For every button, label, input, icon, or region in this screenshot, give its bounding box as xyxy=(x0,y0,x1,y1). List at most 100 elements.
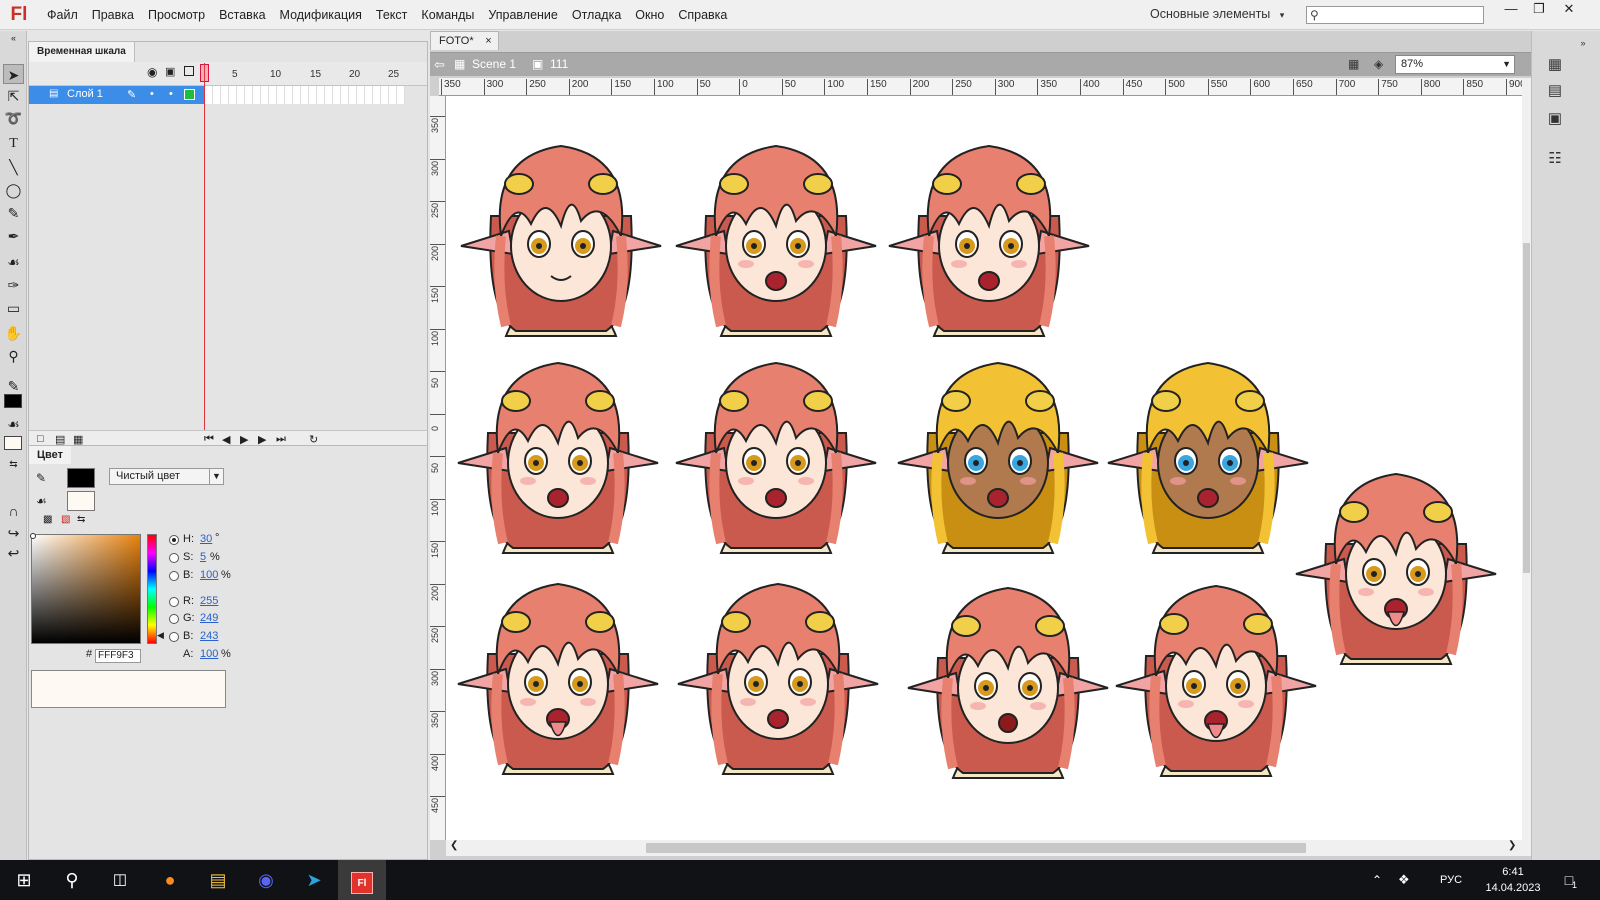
menu-text[interactable]: Текст xyxy=(369,0,414,30)
eyedropper-icon[interactable]: ✑ xyxy=(3,275,24,295)
value-s[interactable]: 5 xyxy=(200,551,206,563)
menu-modify[interactable]: Модификация xyxy=(273,0,369,30)
line-tool-icon[interactable]: ╲ xyxy=(3,157,24,177)
radio-bc[interactable] xyxy=(169,632,179,642)
lasso-tool-icon[interactable]: ➰ xyxy=(3,108,24,128)
document-tab[interactable]: FOTO* × xyxy=(430,31,499,50)
workspace-switcher[interactable]: Основные элементы ▾ xyxy=(1150,0,1284,29)
text-tool-icon[interactable]: T xyxy=(3,134,24,154)
new-layer-icon[interactable]: □ xyxy=(37,433,44,445)
oval-tool-icon[interactable]: ◯ xyxy=(3,180,24,200)
horizontal-scrollbar[interactable]: ❮ ❯ xyxy=(446,840,1522,856)
color-picker-field[interactable] xyxy=(30,533,141,644)
hue-slider[interactable] xyxy=(147,534,157,644)
radio-b[interactable] xyxy=(169,571,179,581)
task-view-icon[interactable]: ◫ xyxy=(96,860,144,900)
outline-icon[interactable] xyxy=(184,66,194,76)
tray-chevron-icon[interactable]: ⌃ xyxy=(1372,860,1382,900)
vertical-scrollbar[interactable] xyxy=(1522,78,1531,856)
hex-input[interactable]: FFF9F3 xyxy=(95,649,141,663)
eraser-icon[interactable]: ▭ xyxy=(3,298,24,318)
animate-app-icon[interactable]: Fl xyxy=(338,860,386,900)
transform-icon[interactable]: ▣ xyxy=(1544,109,1566,129)
radio-s[interactable] xyxy=(169,553,179,563)
picker-cursor[interactable] xyxy=(30,533,36,539)
fill-color-swatch[interactable] xyxy=(4,436,22,450)
color-tab[interactable]: Цвет xyxy=(29,446,72,464)
menu-debug[interactable]: Отладка xyxy=(565,0,628,30)
scroll-right-icon[interactable]: ❯ xyxy=(1508,840,1516,851)
firefox-icon[interactable]: ● xyxy=(146,860,194,900)
menu-insert[interactable]: Вставка xyxy=(212,0,272,30)
telegram-icon[interactable]: ➤ xyxy=(290,860,338,900)
fill-type-select[interactable]: Чистый цвет ▼ xyxy=(109,468,224,485)
value-g[interactable]: 249 xyxy=(200,612,218,624)
subselection-tool-icon[interactable]: ⇱ xyxy=(3,86,24,106)
vertical-scroll-thumb[interactable] xyxy=(1523,243,1530,573)
stroke-color-icon[interactable]: ✎ xyxy=(3,376,24,396)
file-explorer-icon[interactable]: ▤ xyxy=(194,860,242,900)
collapse-icon[interactable]: « xyxy=(3,33,24,43)
close-button[interactable]: ✕ xyxy=(1555,0,1583,18)
swap-colors-icon[interactable]: ⇆ xyxy=(3,455,24,475)
language-indicator[interactable]: РУС xyxy=(1440,860,1462,900)
zoom-select[interactable]: 87% ▼ xyxy=(1395,55,1515,74)
hue-pointer-icon[interactable]: ◀ xyxy=(157,630,164,641)
components-icon[interactable]: ☷ xyxy=(1544,149,1566,169)
no-color-icon[interactable]: ▧ xyxy=(61,514,70,525)
value-a[interactable]: 100 xyxy=(200,648,218,660)
brush-tool-icon[interactable]: ✒ xyxy=(3,226,24,246)
layer-row[interactable]: ▤ Слой 1 ✎ • • xyxy=(29,86,204,104)
stroke-color-swatch[interactable] xyxy=(4,394,22,408)
menu-help[interactable]: Справка xyxy=(671,0,734,30)
frames-strip[interactable] xyxy=(205,86,405,104)
timeline-tab[interactable]: Временная шкала xyxy=(29,42,135,62)
edit-symbol-icon[interactable]: ◈ xyxy=(1374,57,1383,71)
search-icon[interactable]: ⚲ xyxy=(48,860,96,900)
value-h[interactable]: 30 xyxy=(200,533,212,545)
scene-breadcrumb[interactable]: Scene 1 xyxy=(472,57,516,71)
menu-view[interactable]: Просмотр xyxy=(141,0,212,30)
edit-scene-icon[interactable]: ▦ xyxy=(1348,57,1359,71)
zoom-tool-icon[interactable]: ⚲ xyxy=(3,346,24,366)
radio-h[interactable] xyxy=(169,535,179,545)
expand-icon[interactable]: » xyxy=(1572,33,1594,53)
back-arrow-icon[interactable]: ⇦ xyxy=(434,57,445,73)
menu-commands[interactable]: Команды xyxy=(414,0,481,30)
menu-edit[interactable]: Правка xyxy=(85,0,141,30)
clock[interactable]: 6:41 14.04.2023 xyxy=(1478,864,1548,896)
swap-icon[interactable]: ⇆ xyxy=(77,514,85,525)
menu-window[interactable]: Окно xyxy=(628,0,671,30)
fill-swatch[interactable] xyxy=(67,491,95,511)
selection-tool-icon[interactable]: ➤ xyxy=(3,64,24,84)
windows-start-icon[interactable]: ⊞ xyxy=(0,860,48,900)
library-icon[interactable]: ▤ xyxy=(1544,81,1566,101)
layer-color-icon[interactable] xyxy=(184,89,195,100)
close-tab-icon[interactable]: × xyxy=(485,32,491,50)
eye-icon[interactable]: ◉ xyxy=(147,65,157,79)
stroke-swatch[interactable] xyxy=(67,468,95,488)
smooth-icon[interactable]: ↪ xyxy=(3,523,24,543)
minimize-button[interactable]: — xyxy=(1497,0,1525,18)
value-bc[interactable]: 243 xyxy=(200,630,218,642)
value-b[interactable]: 100 xyxy=(200,569,218,581)
layer-name[interactable]: Слой 1 xyxy=(67,88,103,100)
discord-icon[interactable]: ◉ xyxy=(242,860,290,900)
menu-control[interactable]: Управление xyxy=(481,0,565,30)
scroll-left-icon[interactable]: ❮ xyxy=(450,840,458,851)
dropbox-icon[interactable]: ❖ xyxy=(1398,860,1410,900)
default-colors-icon[interactable]: ▩ xyxy=(43,514,52,525)
visible-dot-icon[interactable]: • xyxy=(150,88,154,100)
hand-tool-icon[interactable]: ✋ xyxy=(3,323,24,343)
horizontal-scroll-thumb[interactable] xyxy=(646,843,1306,853)
lock-dot-icon[interactable]: • xyxy=(169,88,173,100)
pencil-tool-icon[interactable]: ✎ xyxy=(3,203,24,223)
menu-file[interactable]: Файл xyxy=(40,0,85,30)
symbol-breadcrumb[interactable]: 111 xyxy=(550,57,568,71)
paint-bucket-icon[interactable]: ☙ xyxy=(3,252,24,272)
restore-button[interactable]: ❐ xyxy=(1525,0,1553,18)
lock-icon[interactable]: ▣ xyxy=(165,65,175,78)
straighten-icon[interactable]: ↩ xyxy=(3,543,24,563)
value-r[interactable]: 255 xyxy=(200,595,218,607)
stage-canvas[interactable] xyxy=(446,96,1522,840)
